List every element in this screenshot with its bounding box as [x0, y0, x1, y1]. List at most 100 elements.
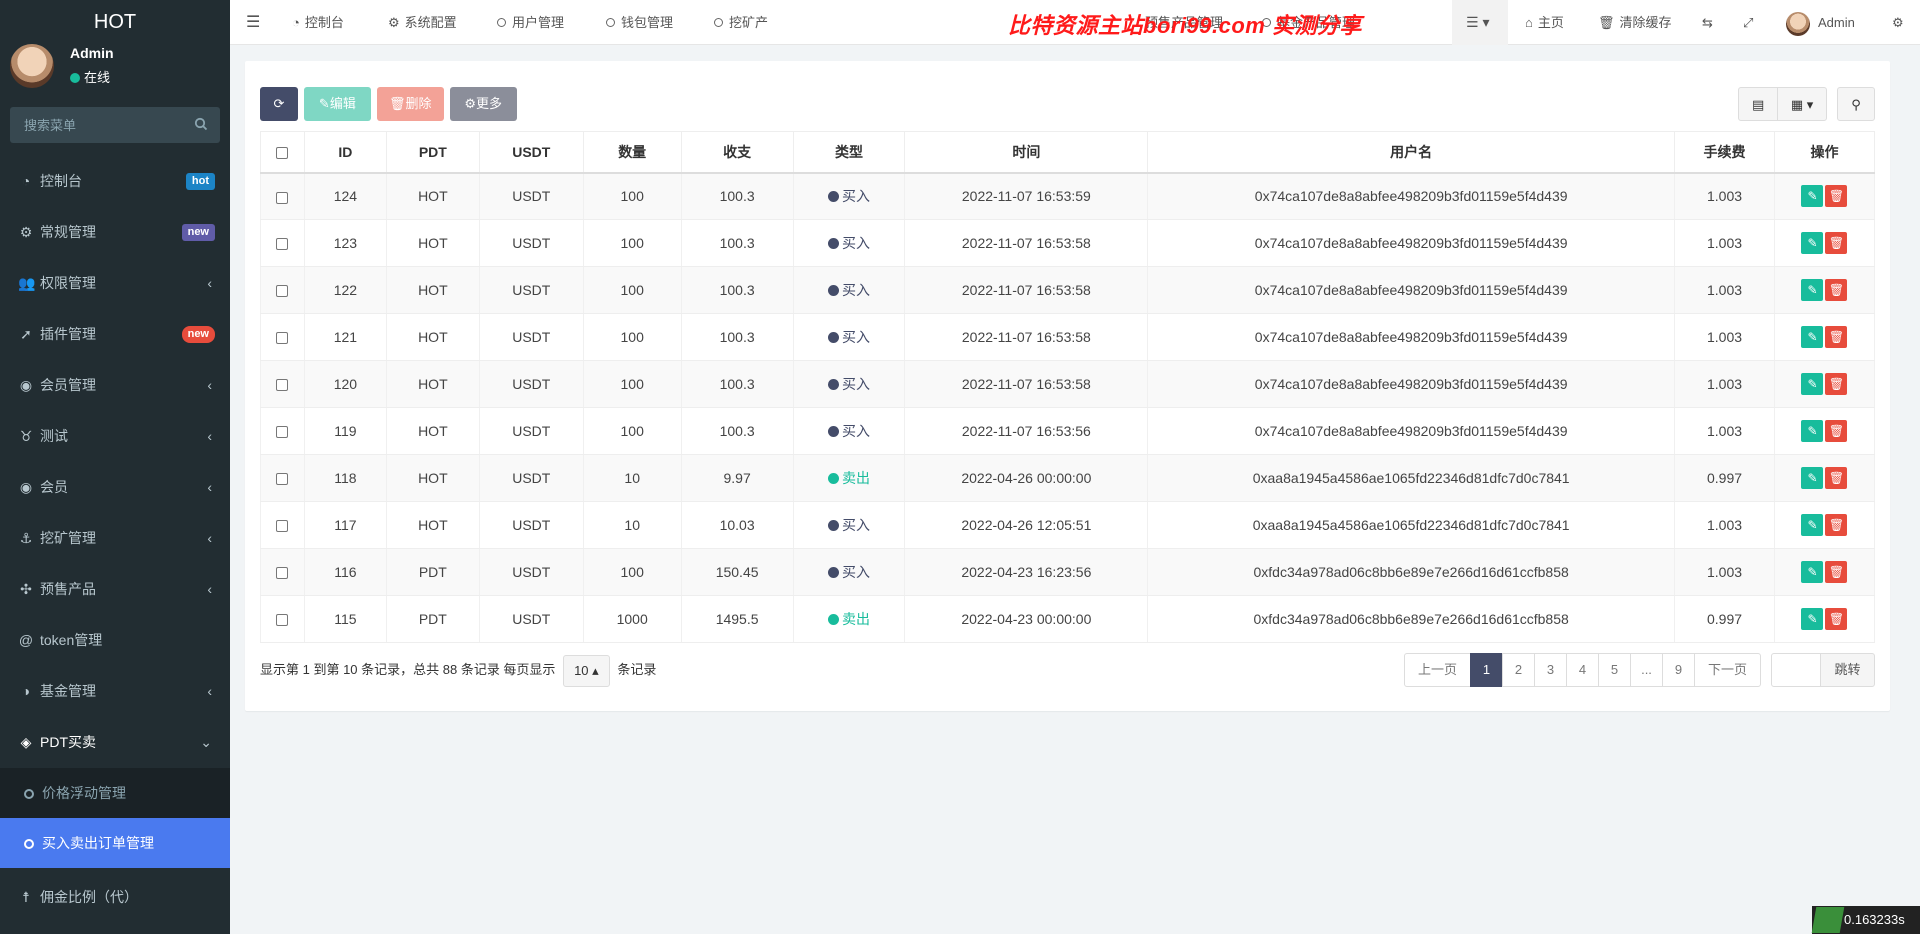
app-logo[interactable]: HOT	[0, 0, 230, 45]
sidebar-item-mining[interactable]: ⚓ 挖矿管理 ‹	[0, 513, 230, 564]
page-button[interactable]: 1	[1470, 653, 1503, 687]
type-label[interactable]: 买入	[828, 282, 870, 298]
sidebar-subitem-price-float[interactable]: 价格浮动管理	[0, 768, 230, 818]
column-header[interactable]: 用户名	[1147, 131, 1676, 174]
top-nav-mining[interactable]: 挖矿产	[714, 0, 768, 45]
row-checkbox[interactable]	[276, 332, 289, 345]
toggle-view-button[interactable]: ▤	[1738, 87, 1779, 121]
jump-button[interactable]: 跳转	[1820, 653, 1875, 687]
row-delete-button[interactable]: 🗑	[1825, 514, 1848, 536]
row-edit-button[interactable]: ✎	[1801, 326, 1824, 348]
column-header[interactable]: 数量	[582, 131, 682, 174]
column-header[interactable]: 收支	[680, 131, 794, 174]
sidebar-item-member[interactable]: ◉ 会员 ‹	[0, 462, 230, 513]
sidebar-item-presale[interactable]: ✣ 预售产品 ‹	[0, 564, 230, 615]
row-checkbox[interactable]	[276, 285, 289, 298]
top-nav-wallet[interactable]: 钱包管理	[606, 0, 673, 45]
sidebar-item-dashboard[interactable]: ◔ 控制台 hot	[0, 156, 230, 207]
column-header[interactable]: USDT	[478, 131, 584, 174]
top-nav-clear-cache[interactable]: 🗑 清除缓存	[1598, 0, 1672, 45]
sidebar-item-general[interactable]: ⚙ 常规管理 new	[0, 207, 230, 258]
row-checkbox[interactable]	[276, 520, 289, 533]
row-delete-button[interactable]: 🗑	[1825, 279, 1848, 301]
type-label[interactable]: 卖出	[828, 470, 870, 486]
type-label[interactable]: 买入	[828, 329, 870, 345]
refresh-button[interactable]: ⟳	[260, 87, 298, 121]
delete-button[interactable]: 🗑删除	[376, 87, 444, 121]
row-delete-button[interactable]: 🗑	[1825, 420, 1848, 442]
row-checkbox[interactable]	[276, 614, 289, 627]
row-delete-button[interactable]: 🗑	[1825, 185, 1848, 208]
sidebar-item-token[interactable]: @ token管理	[0, 615, 230, 666]
row-delete-button[interactable]: 🗑	[1825, 608, 1848, 630]
settings-gear-icon[interactable]: ⚙	[1892, 0, 1904, 45]
page-button[interactable]: 3	[1534, 653, 1567, 687]
top-nav-sysconfig[interactable]: ⚙ 系统配置	[388, 0, 457, 45]
row-checkbox[interactable]	[276, 191, 289, 204]
row-checkbox[interactable]	[276, 567, 289, 580]
type-label[interactable]: 买入	[828, 235, 870, 251]
search-button[interactable]: ⚲	[1837, 87, 1875, 121]
row-delete-button[interactable]: 🗑	[1825, 467, 1848, 489]
page-size-dropdown[interactable]: 10 ▴	[563, 654, 610, 687]
sidebar-item-addon[interactable]: ➚ 插件管理 new	[0, 309, 230, 360]
more-button[interactable]: ⚙更多	[449, 87, 517, 121]
sidebar-item-fund[interactable]: ◑ 基金管理 ‹	[0, 666, 230, 717]
type-label[interactable]: 买入	[828, 564, 870, 580]
sidebar-item-pdt-trade[interactable]: ◈ PDT买卖 ⌄	[0, 717, 230, 768]
type-label[interactable]: 买入	[828, 517, 870, 533]
jump-page-input[interactable]	[1771, 653, 1821, 687]
column-header[interactable]: ID	[303, 131, 387, 174]
sidebar-subitem-orders[interactable]: 买入卖出订单管理	[0, 818, 230, 868]
column-header[interactable]: 手续费	[1674, 131, 1775, 174]
column-header[interactable]: 类型	[792, 131, 906, 174]
top-nav-dashboard[interactable]: ◔ 控制台	[292, 0, 344, 45]
sidebar-item-auth[interactable]: 👥 权限管理 ‹	[0, 258, 230, 309]
top-nav-users[interactable]: 用户管理	[497, 0, 564, 45]
edit-button[interactable]: ✎编辑	[303, 87, 371, 121]
row-checkbox[interactable]	[276, 238, 289, 251]
translate-icon[interactable]: ⇆	[1702, 0, 1713, 45]
list-dropdown-icon[interactable]: ☰ ▾	[1466, 0, 1489, 45]
row-edit-button[interactable]: ✎	[1801, 561, 1824, 583]
page-button[interactable]: 2	[1502, 653, 1535, 687]
next-page-button[interactable]: 下一页	[1694, 653, 1761, 687]
select-all-checkbox[interactable]	[276, 147, 289, 160]
prev-page-button[interactable]: 上一页	[1404, 653, 1471, 687]
row-delete-button[interactable]: 🗑	[1825, 232, 1848, 254]
row-delete-button[interactable]: 🗑	[1825, 561, 1848, 583]
row-delete-button[interactable]: 🗑	[1825, 373, 1848, 395]
sidebar-item-commission[interactable]: ☨ 佣金比例（代）	[0, 872, 230, 923]
row-edit-button[interactable]: ✎	[1801, 467, 1824, 489]
row-edit-button[interactable]: ✎	[1801, 279, 1824, 301]
sidebar-toggle-icon[interactable]: ☰	[246, 0, 260, 45]
row-delete-button[interactable]: 🗑	[1825, 326, 1848, 348]
row-edit-button[interactable]: ✎	[1801, 232, 1824, 254]
type-label[interactable]: 买入	[828, 376, 870, 392]
sidebar-item-member-manage[interactable]: ◉ 会员管理 ‹	[0, 360, 230, 411]
type-label[interactable]: 买入	[828, 423, 870, 439]
row-checkbox[interactable]	[276, 379, 289, 392]
page-button[interactable]: 4	[1566, 653, 1599, 687]
column-header[interactable]: PDT	[385, 131, 480, 174]
row-edit-button[interactable]: ✎	[1801, 373, 1824, 395]
row-edit-button[interactable]: ✎	[1801, 514, 1824, 536]
top-nav-user[interactable]: Admin	[1786, 0, 1855, 45]
row-edit-button[interactable]: ✎	[1801, 608, 1824, 630]
pencil-icon: ✎	[1807, 565, 1818, 579]
page-button[interactable]: 5	[1598, 653, 1631, 687]
row-checkbox[interactable]	[276, 426, 289, 439]
row-edit-button[interactable]: ✎	[1801, 185, 1824, 208]
columns-button[interactable]: ▦ ▾	[1777, 87, 1828, 121]
search-icon[interactable]	[194, 117, 208, 131]
row-checkbox[interactable]	[276, 473, 289, 486]
column-header[interactable]: 时间	[904, 131, 1149, 174]
page-button[interactable]: 9	[1662, 653, 1695, 687]
type-label[interactable]: 卖出	[828, 611, 870, 627]
sidebar-item-test[interactable]: ♉ 测试 ‹	[0, 411, 230, 462]
menu-search-input[interactable]	[10, 107, 180, 143]
type-label[interactable]: 买入	[828, 188, 870, 204]
row-edit-button[interactable]: ✎	[1801, 420, 1824, 442]
fullscreen-icon[interactable]: ⤢	[1743, 0, 1753, 45]
top-nav-home[interactable]: ⌂ 主页	[1525, 0, 1564, 45]
